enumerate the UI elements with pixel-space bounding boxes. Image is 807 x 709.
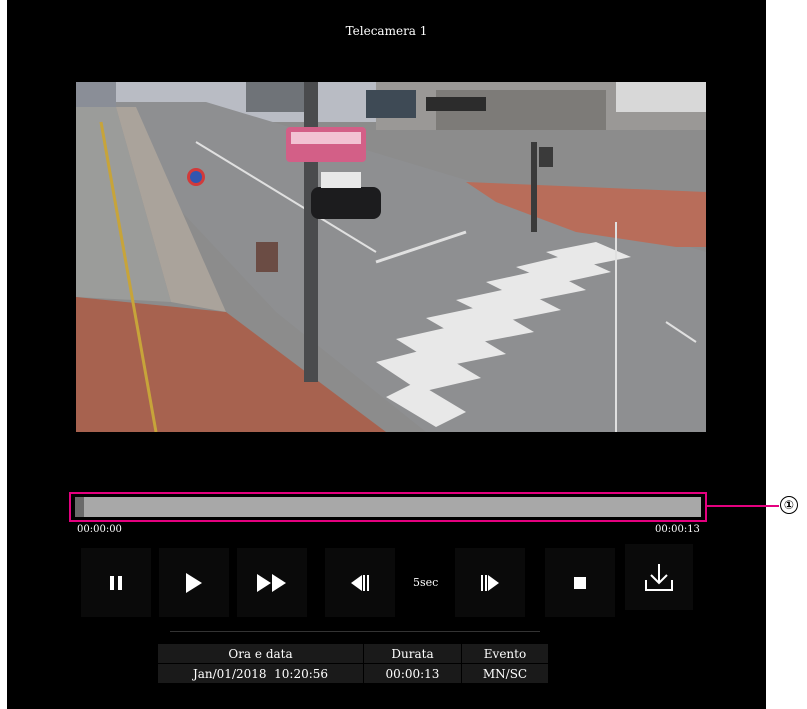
cell-date-time: Jan/01/2018 10:20:56 [157, 663, 364, 684]
table-row: Jan/01/2018 10:20:56 00:00:13 MN/SC [157, 663, 549, 684]
fast-forward-button[interactable] [237, 548, 307, 617]
callout-line [705, 505, 779, 507]
skip-back-button[interactable] [325, 548, 395, 617]
callout-number: ① [780, 496, 798, 514]
table-header-row: Ora e data Durata Evento [157, 643, 549, 664]
skip-forward-icon [481, 574, 499, 591]
pause-button[interactable] [81, 548, 151, 617]
video-frame[interactable] [76, 82, 706, 432]
timeline-progress [75, 497, 85, 517]
header-duration: Durata [363, 643, 462, 664]
play-button[interactable] [159, 548, 229, 617]
street-scene-image [76, 82, 706, 432]
camera-title: Telecamera 1 [345, 24, 428, 38]
stop-icon [574, 576, 586, 589]
download-icon [645, 564, 673, 591]
recording-info-table: Ora e data Durata Evento Jan/01/2018 10:… [157, 643, 549, 684]
skip-interval-label: 5sec [413, 576, 439, 589]
timeline-track[interactable] [75, 497, 701, 517]
timeline-slider[interactable] [69, 492, 707, 522]
header-event: Evento [461, 643, 549, 664]
pause-icon [110, 575, 122, 590]
skip-forward-button[interactable] [455, 548, 525, 617]
divider [170, 631, 540, 632]
skip-back-icon [351, 574, 369, 591]
timeline-start-time: 00:00:00 [77, 524, 122, 535]
download-button[interactable] [625, 544, 693, 610]
fast-forward-icon [257, 573, 286, 592]
timeline-end-time: 00:00:13 [655, 524, 700, 535]
header-date-time: Ora e data [157, 643, 364, 664]
cell-event: MN/SC [461, 663, 549, 684]
video-player: Telecamera 1 00:00:00 00:00:13 5sec Ora … [7, 0, 766, 709]
play-icon [186, 572, 202, 593]
stop-button[interactable] [545, 548, 615, 617]
cell-duration: 00:00:13 [363, 663, 462, 684]
